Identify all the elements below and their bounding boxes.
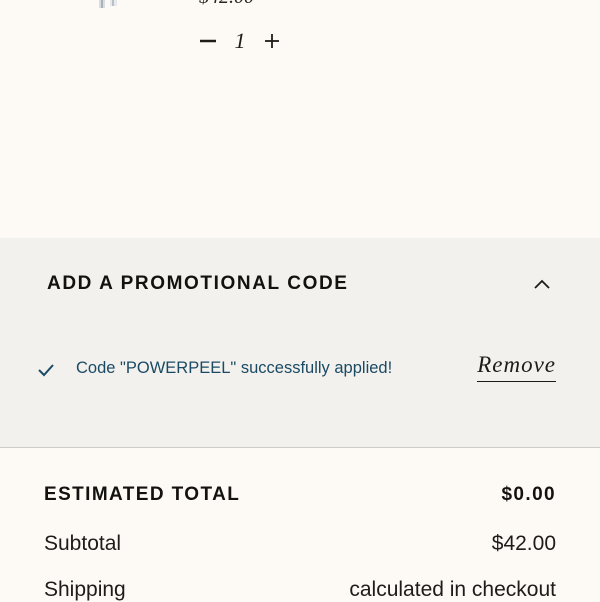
product-thumbnail[interactable]: [96, 0, 122, 14]
increase-quantity-button[interactable]: [260, 26, 284, 56]
shipping-label: Shipping: [44, 578, 126, 601]
item-price: $42.00: [199, 0, 254, 9]
promo-code-toggle[interactable]: ADD A PROMOTIONAL CODE: [0, 266, 600, 302]
shipping-value: calculated in checkout: [349, 578, 556, 601]
quantity-stepper: 1: [196, 26, 284, 56]
promo-status-row: Code "POWERPEEL" successfully applied! R…: [0, 352, 600, 392]
shipping-row: Shipping calculated in checkout: [44, 578, 556, 602]
estimated-total-row: ESTIMATED TOTAL $0.00: [44, 484, 556, 506]
estimated-total-label: ESTIMATED TOTAL: [44, 484, 241, 505]
quantity-value: 1: [234, 28, 246, 53]
promo-code-section: ADD A PROMOTIONAL CODE Code "POWERPEEL" …: [0, 238, 600, 448]
estimated-total-value: $0.00: [501, 484, 556, 505]
promo-title: ADD A PROMOTIONAL CODE: [47, 273, 349, 294]
checkmark-icon: [36, 360, 56, 380]
chevron-up-icon[interactable]: [531, 275, 553, 293]
subtotal-row: Subtotal $42.00: [44, 532, 556, 556]
promo-success-message: Code "POWERPEEL" successfully applied!: [76, 359, 393, 377]
decrease-quantity-button[interactable]: [196, 26, 220, 56]
subtotal-value: $42.00: [491, 532, 556, 555]
plus-icon: [265, 34, 279, 48]
cart-item: $42.00 1: [0, 0, 600, 238]
minus-icon: [200, 39, 216, 43]
order-totals: ESTIMATED TOTAL $0.00 Subtotal $42.00 Sh…: [0, 448, 600, 602]
subtotal-label: Subtotal: [44, 532, 122, 555]
remove-promo-button[interactable]: Remove: [477, 352, 556, 382]
